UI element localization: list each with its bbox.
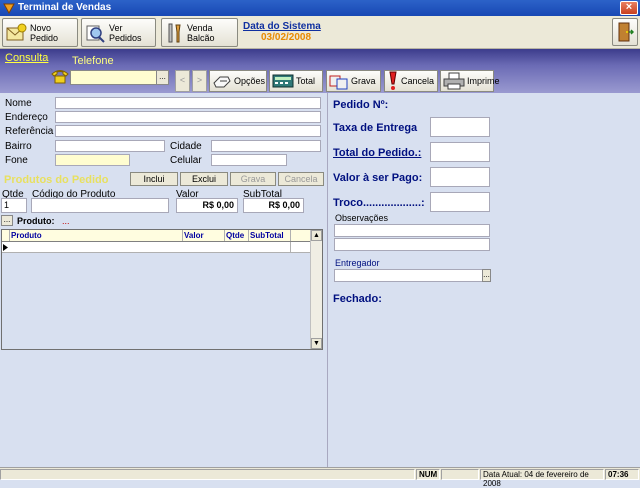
exit-door-icon <box>618 22 634 42</box>
produtos-section-title: Produtos do Pedido <box>4 174 109 186</box>
observacoes-line-1[interactable] <box>334 224 490 237</box>
app-icon <box>3 3 15 14</box>
grava-button[interactable]: Grava <box>326 70 381 92</box>
produto-label: Produto: <box>17 216 55 226</box>
opcoes-label: Opções <box>234 76 266 86</box>
imprime-button[interactable]: Imprime <box>440 70 500 92</box>
celular-input[interactable] <box>211 154 287 166</box>
celular-label: Celular <box>170 155 202 166</box>
alert-icon <box>389 71 397 90</box>
entregador-lookup-button[interactable]: ... <box>482 269 491 282</box>
imprime-label: Imprime <box>467 76 500 86</box>
cidade-label: Cidade <box>170 141 202 152</box>
exit-button[interactable] <box>612 18 638 46</box>
product-cancela-button[interactable]: Cancela <box>278 172 324 186</box>
codigo-produto-input[interactable] <box>31 198 169 213</box>
grid-col-qtde[interactable]: Qtde <box>226 231 244 240</box>
window-title: Terminal de Vendas <box>18 2 112 13</box>
cancela-button[interactable]: Cancela <box>384 70 438 92</box>
observacoes-line-2[interactable] <box>334 238 490 251</box>
product-grava-button[interactable]: Grava <box>230 172 276 186</box>
fone-label: Fone <box>5 155 28 166</box>
grid-scrollbar[interactable]: ▲ ▼ <box>310 230 322 349</box>
fechado-label: Fechado: <box>333 293 382 305</box>
nav-prev-button[interactable]: < <box>175 70 190 92</box>
scroll-up-icon[interactable]: ▲ <box>311 230 322 241</box>
magnifier-icon <box>86 25 105 43</box>
bairro-input[interactable] <box>55 140 165 152</box>
cancela-label: Cancela <box>401 76 435 86</box>
nome-input[interactable] <box>55 97 321 109</box>
scroll-down-icon[interactable]: ▼ <box>311 338 322 349</box>
close-window-button[interactable]: × <box>620 1 638 15</box>
venda-balcao-label: Venda Balcão <box>187 22 215 43</box>
phone-input[interactable] <box>70 70 157 85</box>
status-segment-empty <box>441 469 479 480</box>
nav-next-button[interactable]: > <box>192 70 207 92</box>
tools-icon <box>168 23 181 42</box>
pedido-no-label: Pedido Nº: <box>333 99 389 111</box>
endereco-input[interactable] <box>55 111 321 123</box>
table-row[interactable] <box>2 242 310 253</box>
entregador-label: Entregador <box>335 258 380 268</box>
fone-input[interactable] <box>55 154 130 166</box>
ver-pedidos-label: Ver Pedidos <box>109 22 142 43</box>
novo-pedido-button[interactable]: Novo Pedido <box>2 18 78 47</box>
telefone-label: Telefone <box>72 55 114 67</box>
status-num: NUM <box>416 469 440 480</box>
nome-label: Nome <box>5 98 32 109</box>
endereco-label: Endereço <box>5 112 48 123</box>
subtotal-field: R$ 0,00 <box>243 198 304 213</box>
taxa-entrega-input[interactable] <box>430 117 490 137</box>
entregador-input[interactable] <box>334 269 483 282</box>
status-date: Data Atual: 04 de fevereiro de 2008 <box>480 469 604 488</box>
venda-balcao-button[interactable]: Venda Balcão <box>161 18 238 47</box>
valor-field: R$ 0,00 <box>176 198 238 213</box>
products-grid[interactable]: Produto Valor Qtde SubTotal ▲ ▼ <box>1 229 323 350</box>
valor-pago-label: Valor à ser Pago: <box>333 172 423 184</box>
row-pointer-icon <box>3 244 8 251</box>
system-date-link[interactable]: Data do Sistema <box>243 21 321 32</box>
status-bar: NUM Data Atual: 04 de fevereiro de 2008 … <box>0 467 640 488</box>
calculator-icon <box>272 74 294 88</box>
opcoes-button[interactable]: Opções <box>209 70 267 92</box>
grid-col-subtotal[interactable]: SubTotal <box>250 231 284 240</box>
total-label: Total <box>296 76 316 86</box>
phone-lookup-button[interactable]: ... <box>156 70 169 85</box>
troco-field <box>430 192 490 212</box>
troco-label: Troco...................: <box>333 197 425 209</box>
novo-pedido-label: Novo Pedido <box>30 22 59 43</box>
new-order-icon <box>6 23 27 40</box>
bairro-label: Bairro <box>5 141 32 152</box>
valor-pago-input[interactable] <box>430 167 490 187</box>
grid-col-produto[interactable]: Produto <box>11 231 42 240</box>
printer-icon <box>443 72 465 90</box>
produto-lookup-button[interactable]: ... <box>1 215 13 226</box>
inclui-button[interactable]: Inclui <box>130 172 178 186</box>
observacoes-label: Observações <box>335 213 389 223</box>
total-button[interactable]: Total <box>269 70 323 92</box>
ver-pedidos-button[interactable]: Ver Pedidos <box>81 18 156 47</box>
total-pedido-link[interactable]: Total do Pedido.: <box>333 147 421 159</box>
telephone-icon <box>51 70 69 84</box>
consulta-link[interactable]: Consulta <box>5 52 48 64</box>
title-bar: Terminal de Vendas × <box>0 0 640 16</box>
referencia-input[interactable] <box>55 125 321 137</box>
cidade-input[interactable] <box>211 140 321 152</box>
grid-col-valor[interactable]: Valor <box>184 231 204 240</box>
order-panel: Pedido Nº: Taxa de Entrega Total do Pedi… <box>327 93 640 467</box>
qtde-input[interactable]: 1 <box>1 198 27 213</box>
grid-header: Produto Valor Qtde SubTotal <box>2 230 310 242</box>
save-icon <box>329 75 348 90</box>
status-time: 07:36 <box>605 469 639 480</box>
taxa-entrega-label: Taxa de Entrega <box>333 122 418 134</box>
total-pedido-field <box>430 142 490 162</box>
status-segment-main <box>0 469 415 480</box>
exclui-button[interactable]: Exclui <box>180 172 228 186</box>
options-hand-icon <box>213 76 231 88</box>
system-date-value: 03/02/2008 <box>261 32 312 43</box>
grava-label: Grava <box>351 76 376 86</box>
produto-value: ... <box>62 216 70 226</box>
referencia-label: Referência <box>5 126 54 137</box>
